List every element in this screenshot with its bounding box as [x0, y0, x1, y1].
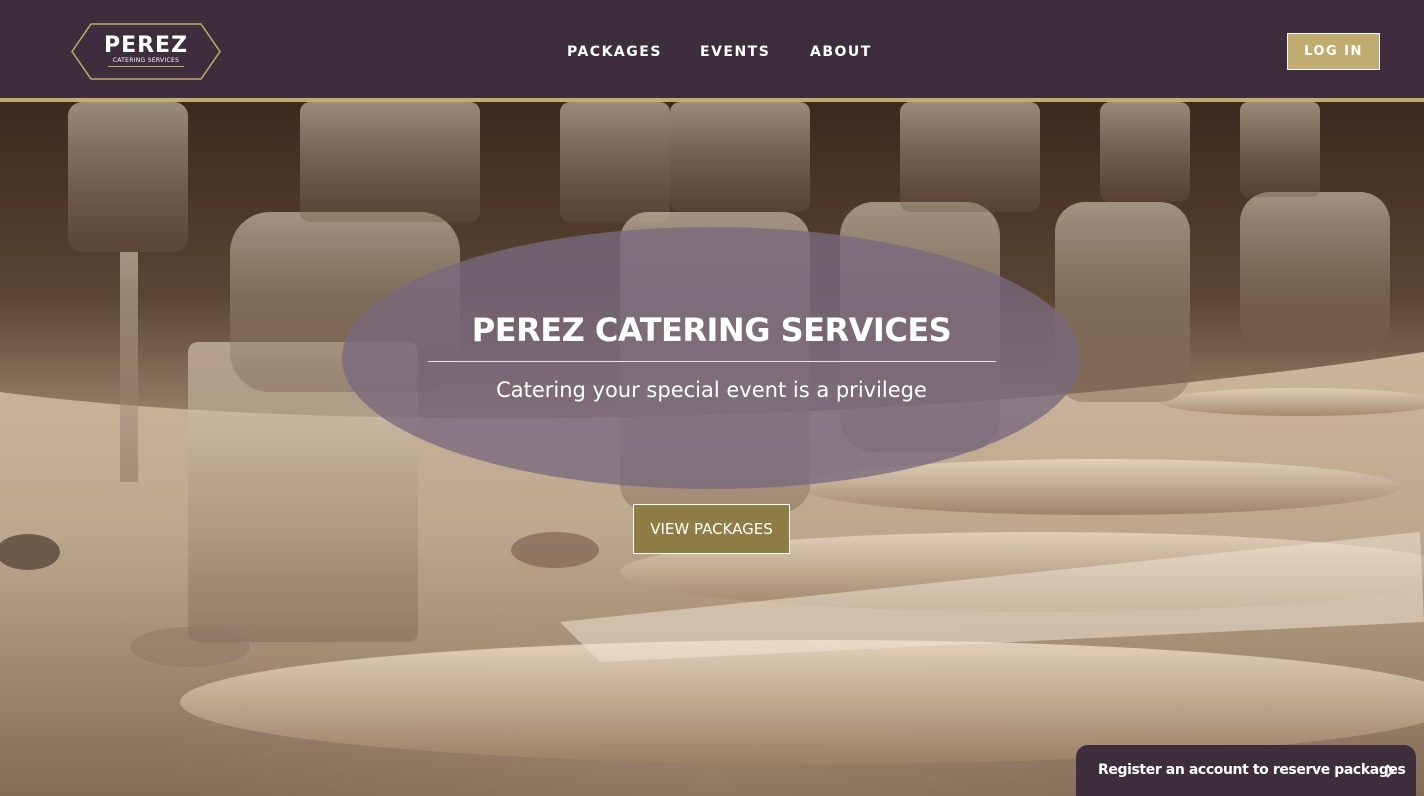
page: PEREZ CATERING SERVICES PACKAGES EVENTS …	[0, 0, 1424, 796]
nav-item-packages[interactable]: PACKAGES	[567, 43, 662, 61]
hero-title: PEREZ CATERING SERVICES	[471, 311, 952, 349]
hero-title-overlay	[342, 227, 1081, 489]
login-button[interactable]: LOG IN	[1287, 33, 1380, 70]
register-banner[interactable]: Register an account to reserve packages	[1076, 745, 1416, 796]
chevron-right-icon	[1386, 764, 1394, 778]
logo-divider	[108, 66, 184, 67]
nav-item-events[interactable]: EVENTS	[700, 43, 770, 61]
logo-tagline: CATERING SERVICES	[112, 57, 180, 64]
hero-divider	[428, 361, 996, 362]
hero-section	[0, 102, 1424, 796]
site-header: PEREZ CATERING SERVICES PACKAGES EVENTS …	[0, 0, 1424, 102]
register-banner-label: Register an account to reserve packages	[1098, 762, 1406, 778]
nav-item-about[interactable]: ABOUT	[810, 43, 872, 61]
logo-title: PEREZ	[103, 33, 189, 58]
brand-logo[interactable]: PEREZ CATERING SERVICES	[71, 23, 221, 80]
view-packages-button[interactable]: VIEW PACKAGES	[633, 504, 790, 554]
hero-subtitle: Catering your special event is a privile…	[496, 378, 927, 402]
